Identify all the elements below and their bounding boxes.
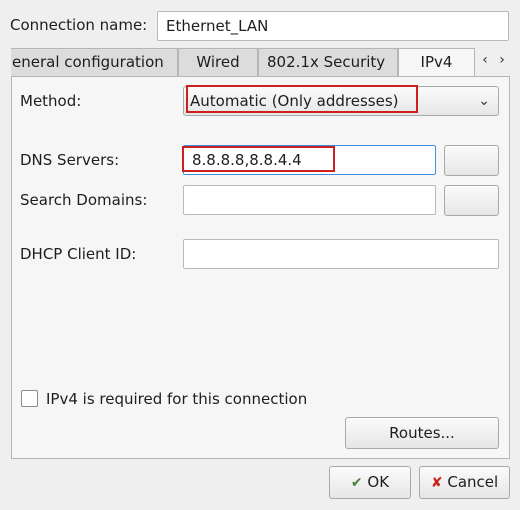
search-domains-edit-button[interactable] [444, 185, 499, 216]
tab-general-configuration[interactable]: eneral configuration [11, 48, 178, 77]
ok-button[interactable]: ✔ OK [329, 466, 411, 499]
search-domains-label: Search Domains: [20, 191, 148, 209]
dns-servers-label: DNS Servers: [20, 151, 120, 169]
method-highlight-box [186, 85, 418, 113]
chevron-right-icon[interactable]: › [495, 52, 509, 68]
cancel-x-icon: ✘ [430, 475, 443, 491]
dns-highlight-box [182, 146, 335, 172]
ipv4-required-checkbox[interactable] [21, 390, 38, 407]
ok-button-label: OK [367, 473, 390, 491]
tab-general-configuration-label: eneral configuration [12, 53, 164, 71]
method-label: Method: [20, 92, 82, 110]
connection-name-label: Connection name: [10, 16, 148, 34]
tab-wired[interactable]: Wired [178, 48, 258, 77]
connection-name-input[interactable]: Ethernet_LAN [157, 11, 509, 41]
search-domains-input[interactable] [183, 185, 436, 215]
ok-check-icon: ✔ [350, 475, 363, 491]
cancel-button-label: Cancel [447, 473, 499, 491]
cancel-button[interactable]: ✘ Cancel [419, 466, 510, 499]
dhcp-client-id-label: DHCP Client ID: [20, 245, 137, 263]
dhcp-client-id-input[interactable] [183, 239, 499, 269]
tab-802-1x-security[interactable]: 802.1x Security [258, 48, 398, 77]
routes-button[interactable]: Routes... [345, 417, 499, 449]
tab-ipv4[interactable]: IPv4 [398, 48, 475, 77]
tab-bar: eneral configuration Wired 802.1x Securi… [11, 48, 510, 77]
tab-security-label: 802.1x Security [267, 53, 386, 71]
ipv4-required-label[interactable]: IPv4 is required for this connection [46, 389, 307, 409]
chevron-down-icon: ⌄ [478, 93, 490, 109]
tab-ipv4-label: IPv4 [420, 53, 453, 71]
tab-wired-label: Wired [196, 53, 240, 71]
routes-button-label: Routes... [389, 424, 455, 442]
dns-servers-edit-button[interactable] [444, 145, 499, 176]
chevron-left-icon[interactable]: ‹ [478, 52, 492, 68]
connection-name-value: Ethernet_LAN [166, 17, 269, 35]
